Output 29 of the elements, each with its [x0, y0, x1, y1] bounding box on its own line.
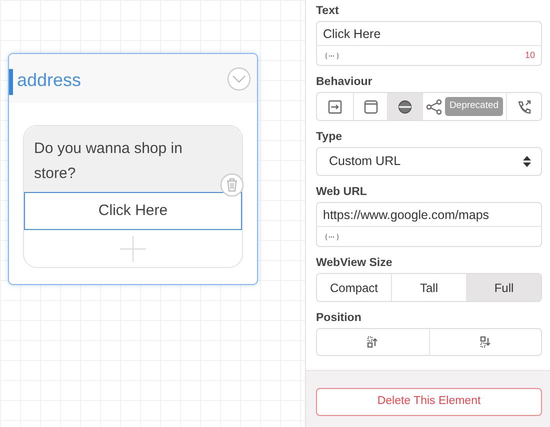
text-field[interactable]: Click Here: [316, 21, 542, 45]
behaviour-button[interactable]: [506, 93, 541, 120]
quick-reply-button[interactable]: Click Here: [24, 192, 242, 230]
sort-caret-icon: [523, 156, 531, 167]
share-icon: [426, 98, 442, 114]
character-counter: 10: [524, 48, 535, 62]
message-text: Do you wanna shop in store?: [24, 126, 242, 192]
field-label: Type: [316, 130, 343, 144]
move-up-icon: [367, 336, 378, 348]
enter-icon: [327, 98, 343, 114]
move-down-icon: [480, 336, 491, 348]
field-label: WebView Size: [316, 256, 394, 270]
check-circle-icon[interactable]: [227, 66, 251, 90]
type-select[interactable]: Custom URL: [316, 147, 542, 176]
field-label: Behaviour: [316, 75, 374, 89]
deprecated-badge: Deprecated: [445, 97, 503, 116]
behaviour-button[interactable]: [387, 93, 422, 120]
variable-icon[interactable]: [325, 232, 339, 240]
field-label: Position: [316, 311, 362, 325]
variable-icon[interactable]: [325, 52, 339, 60]
phone-icon: [516, 98, 532, 114]
size-option[interactable]: Full: [466, 274, 541, 301]
field-label: Text: [316, 4, 340, 18]
message-card[interactable]: address Do you wanna shop in store? Click Here: [8, 53, 258, 285]
delete-button[interactable]: Delete This Element: [316, 388, 542, 416]
url-field[interactable]: https://www.google.com/maps: [316, 202, 542, 226]
window-icon: [362, 98, 378, 114]
field-label: Web URL: [316, 185, 368, 199]
card-title: address: [17, 69, 82, 92]
